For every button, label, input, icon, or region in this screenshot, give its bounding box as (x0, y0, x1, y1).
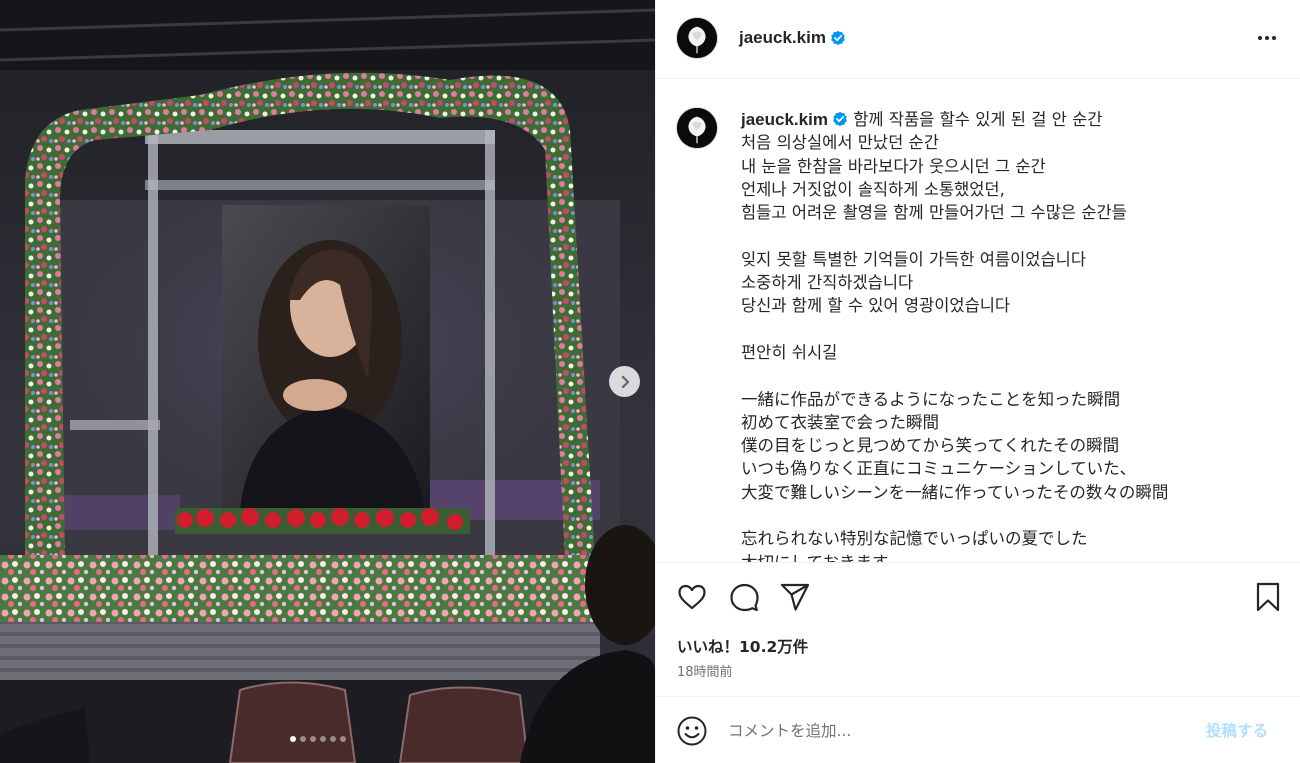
share-button[interactable] (779, 581, 811, 613)
caption-line: 잊지 못할 특별한 기억들이 가득한 여름이었습니다 (741, 249, 1087, 269)
more-options-icon-dot (1272, 36, 1276, 40)
caption-line: 힘들고 어려운 촬영을 함께 만들어가던 그 수많은 순간들 (741, 203, 1127, 223)
post-comment-button[interactable]: 投稿する (1206, 719, 1268, 741)
comment-button[interactable] (728, 581, 760, 613)
rose-avatar-image (677, 18, 717, 58)
carousel-indicator (290, 736, 346, 742)
carousel-dot (300, 736, 306, 742)
verified-badge-icon (831, 30, 845, 46)
heart-icon (678, 584, 706, 610)
caption-line: 당신과 함께 할 수 있어 영광이었습니다 (741, 296, 1011, 316)
caption-line: 一緒に作品ができるようになったことを知った瞬間 (741, 389, 1121, 409)
caption-text: jaeuck.kim 함께 작품을 할수 있게 된 걸 안 순간 처음 의상실에… (741, 108, 1281, 562)
caption-username[interactable]: jaeuck.kim (741, 110, 828, 129)
caption-line: 大変で難しいシーンを一緒に作っていったその数々の瞬間 (741, 482, 1169, 502)
caption-line: いつも偽りなく正直にコミュニケーションしていた、 (741, 459, 1137, 479)
post-actions: いいね！10.2万件 18時間前 (656, 562, 1300, 696)
caption-line: 처음 의상실에서 만났던 순간 (741, 133, 939, 153)
caption-first-line: jaeuck.kim 함께 작품을 할수 있게 된 걸 안 순간 (741, 108, 1281, 131)
caption-area: jaeuck.kim 함께 작품을 할수 있게 된 걸 안 순간 처음 의상실에… (656, 80, 1300, 562)
emoji-button[interactable] (676, 715, 708, 747)
more-options-icon-dot (1265, 36, 1269, 40)
caption-line: 소중하게 간직하겠습니다 (741, 273, 914, 293)
header-username-row: jaeuck.kim (739, 28, 846, 48)
caption-line: 僕の目をじっと見つめてから笑ってくれたその瞬間 (741, 436, 1120, 456)
caption-line: 大切にしておきます (741, 551, 1281, 562)
avatar[interactable] (676, 107, 718, 149)
carousel-dot (290, 736, 296, 742)
avatar[interactable] (676, 17, 718, 59)
caption-line: 함께 작품을 할수 있게 된 걸 안 순간 (853, 110, 1103, 129)
carousel-dot (310, 736, 316, 742)
likes-count[interactable]: いいね！10.2万件 (677, 635, 808, 657)
carousel-dot (340, 736, 346, 742)
caption-line: 언제나 거짓없이 솔직하게 소통했었던, (741, 179, 1005, 199)
comment-input[interactable] (728, 717, 1188, 745)
memorial-altar-photo (0, 0, 655, 763)
rose-avatar-image (677, 108, 717, 148)
caption-line: 忘れられない特別な記憶でいっぱいの夏でした (741, 529, 1088, 549)
post-media[interactable] (0, 0, 655, 763)
caption-line: 初めて衣装室で会った瞬間 (741, 412, 939, 432)
caption-line: 편안히 쉬시길 (741, 342, 838, 362)
emoji-smile-icon (677, 716, 707, 746)
comment-bubble-icon (730, 583, 759, 612)
save-button[interactable] (1252, 581, 1284, 613)
caption-line: 내 눈을 한참을 바라보다가 웃으시던 그 순간 (741, 156, 1046, 176)
paper-plane-icon (780, 583, 810, 611)
carousel-dot (320, 736, 326, 742)
chevron-right-icon (621, 375, 629, 388)
carousel-next-button[interactable] (609, 366, 640, 397)
more-options-icon-dot (1258, 36, 1262, 40)
comment-bar: 投稿する (656, 696, 1300, 763)
bookmark-icon (1256, 582, 1280, 612)
like-button[interactable] (676, 581, 708, 613)
caption-lines: 처음 의상실에서 만났던 순간내 눈을 한참을 바라보다가 웃으시던 그 순간언… (741, 131, 1281, 562)
verified-badge-icon (833, 111, 847, 127)
post-details-panel: jaeuck.kim jaeuck.kim 함께 작품을 할수 있게 된 걸 안… (655, 0, 1300, 763)
more-options-button[interactable] (1254, 28, 1280, 48)
carousel-dot (330, 736, 336, 742)
post-header: jaeuck.kim (656, 0, 1300, 79)
post-timestamp[interactable]: 18時間前 (677, 661, 733, 680)
header-username[interactable]: jaeuck.kim (739, 28, 826, 48)
